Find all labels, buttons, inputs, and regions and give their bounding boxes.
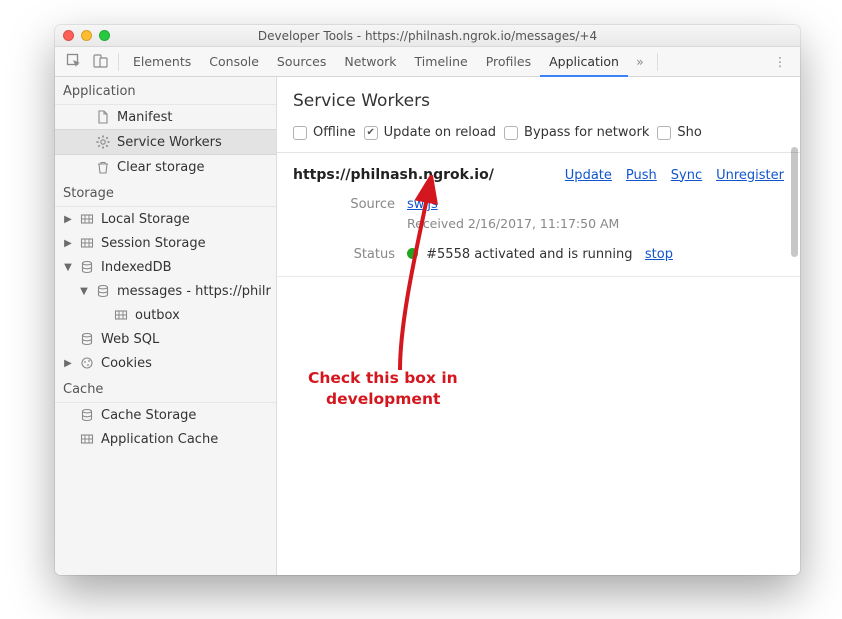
sidebar-item-cache-storage[interactable]: ▶Cache Storage: [55, 403, 276, 427]
service-workers-panel: Service Workers Offline Update on reload B…: [277, 77, 800, 575]
checkbox-icon[interactable]: [293, 126, 307, 140]
devtools-tabbar: ElementsConsoleSourcesNetworkTimelinePro…: [55, 47, 800, 77]
zoom-window-button[interactable]: [99, 30, 110, 41]
db-icon: [79, 259, 95, 275]
sidebar-item-manifest[interactable]: ▶Manifest: [55, 105, 276, 129]
window-title: Developer Tools - https://philnash.ngrok…: [258, 29, 597, 43]
status-value: #5558 activated and is running stop: [407, 247, 784, 262]
close-window-button[interactable]: [63, 30, 74, 41]
sidebar-item-label: Service Workers: [117, 135, 222, 150]
db-icon: [95, 283, 111, 299]
tab-timeline[interactable]: Timeline: [406, 47, 477, 77]
db-icon: [79, 331, 95, 347]
checkbox-icon[interactable]: [364, 126, 378, 140]
tab-network[interactable]: Network: [335, 47, 405, 77]
panel-title: Service Workers: [277, 77, 800, 119]
checkbox-icon[interactable]: [657, 126, 671, 140]
file-icon: [95, 109, 111, 125]
sw-action-unregister[interactable]: Unregister: [716, 168, 784, 183]
sw-stop-link[interactable]: stop: [645, 247, 673, 262]
sidebar-item-label: Web SQL: [101, 332, 159, 347]
inspect-element-icon[interactable]: [61, 51, 87, 73]
caret-right-icon[interactable]: ▶: [63, 214, 73, 225]
sw-option-offline[interactable]: Offline: [293, 125, 356, 140]
sw-action-update[interactable]: Update: [565, 168, 612, 183]
caret-down-icon[interactable]: ▼: [63, 262, 73, 273]
window-titlebar: Developer Tools - https://philnash.ngrok…: [55, 25, 800, 47]
caret-down-icon[interactable]: ▼: [79, 286, 89, 297]
application-sidebar: Application▶Manifest▶Service Workers▶Cle…: [55, 77, 277, 575]
sidebar-item-label: Manifest: [117, 110, 172, 125]
sidebar-item-service-workers[interactable]: ▶Service Workers: [55, 129, 276, 155]
divider: [118, 53, 119, 71]
grid-icon: [113, 307, 129, 323]
grid-icon: [79, 211, 95, 227]
sidebar-item-indexeddb[interactable]: ▼ IndexedDB: [55, 255, 276, 279]
tab-console[interactable]: Console: [200, 47, 268, 77]
trash-icon: [95, 159, 111, 175]
tab-profiles[interactable]: Profiles: [477, 47, 540, 77]
main-area: Application▶Manifest▶Service Workers▶Cle…: [55, 77, 800, 575]
sidebar-item-label: messages - https://philr: [117, 284, 271, 299]
checkbox-icon[interactable]: [504, 126, 518, 140]
status-text: #5558 activated and is running: [426, 247, 632, 262]
sidebar-item-label: Clear storage: [117, 160, 205, 175]
traffic-lights: [63, 30, 110, 41]
sw-option-bypass-for-network[interactable]: Bypass for network: [504, 125, 649, 140]
sw-action-sync[interactable]: Sync: [671, 168, 702, 183]
sw-option-sho[interactable]: Sho: [657, 125, 701, 140]
sidebar-item-label: outbox: [135, 308, 180, 323]
sidebar-item-label: Local Storage: [101, 212, 190, 227]
source-value: sw.js Received 2/16/2017, 11:17:50 AM: [407, 197, 784, 231]
sidebar-item-label: Cookies: [101, 356, 152, 371]
db-icon: [79, 407, 95, 423]
scrollbar-thumb[interactable]: [791, 147, 798, 257]
caret-right-icon[interactable]: ▶: [63, 238, 73, 249]
source-label: Source: [325, 197, 395, 231]
cookie-icon: [79, 355, 95, 371]
sw-option-update-on-reload[interactable]: Update on reload: [364, 125, 496, 140]
sidebar-item-local-storage[interactable]: ▶ Local Storage: [55, 207, 276, 231]
sidebar-item-outbox[interactable]: ▶outbox: [55, 303, 276, 327]
sw-options-row: Offline Update on reload Bypass for networ…: [277, 119, 800, 153]
sw-actions: Update Push Sync Unregister: [565, 168, 784, 183]
grid-icon: [79, 431, 95, 447]
sidebar-item-session-storage[interactable]: ▶ Session Storage: [55, 231, 276, 255]
devtools-menu-icon[interactable]: ⋮: [768, 54, 794, 69]
sw-origin: https://philnash.ngrok.io/: [293, 167, 494, 183]
grid-icon: [79, 235, 95, 251]
tab-elements[interactable]: Elements: [124, 47, 200, 77]
status-label: Status: [325, 247, 395, 262]
sidebar-item-web-sql[interactable]: ▶Web SQL: [55, 327, 276, 351]
tab-sources[interactable]: Sources: [268, 47, 335, 77]
sw-source-link[interactable]: sw.js: [407, 197, 438, 212]
checkbox-label: Update on reload: [384, 125, 496, 140]
sidebar-item-messages-https-philr[interactable]: ▼ messages - https://philr: [55, 279, 276, 303]
sidebar-item-label: Cache Storage: [101, 408, 196, 423]
service-worker-block: https://philnash.ngrok.io/ Update Push Syn…: [277, 153, 800, 277]
sw-received-time: Received 2/16/2017, 11:17:50 AM: [407, 216, 784, 231]
tab-application[interactable]: Application: [540, 47, 628, 77]
devtools-window: Developer Tools - https://philnash.ngrok…: [55, 25, 800, 575]
checkbox-label: Offline: [313, 125, 356, 140]
caret-right-icon[interactable]: ▶: [63, 358, 73, 369]
tabs-overflow-button[interactable]: »: [628, 54, 652, 69]
sidebar-section-cache: Cache: [55, 375, 276, 403]
divider: [657, 53, 658, 71]
checkbox-label: Bypass for network: [524, 125, 649, 140]
minimize-window-button[interactable]: [81, 30, 92, 41]
sidebar-item-label: IndexedDB: [101, 260, 172, 275]
gear-icon: [95, 134, 111, 150]
sidebar-item-label: Session Storage: [101, 236, 206, 251]
sidebar-item-clear-storage[interactable]: ▶Clear storage: [55, 155, 276, 179]
sidebar-section-application: Application: [55, 77, 276, 105]
sidebar-section-storage: Storage: [55, 179, 276, 207]
sidebar-item-label: Application Cache: [101, 432, 218, 447]
sidebar-item-cookies[interactable]: ▶ Cookies: [55, 351, 276, 375]
status-dot-icon: [407, 248, 418, 259]
checkbox-label: Sho: [677, 125, 701, 140]
sidebar-item-application-cache[interactable]: ▶Application Cache: [55, 427, 276, 451]
sw-action-push[interactable]: Push: [626, 168, 657, 183]
device-toggle-icon[interactable]: [87, 51, 113, 73]
